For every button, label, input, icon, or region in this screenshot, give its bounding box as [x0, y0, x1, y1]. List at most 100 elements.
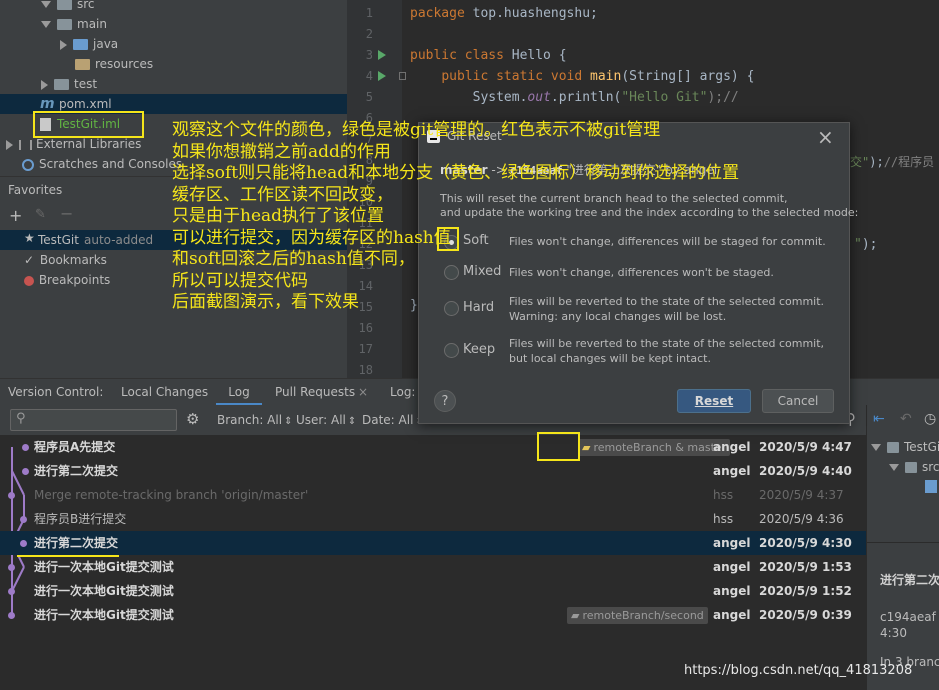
branch-filter[interactable]: Branch: All ⇕: [217, 413, 292, 427]
watermark: https://blog.csdn.net/qq_41813208: [684, 663, 913, 678]
highlight-box-file: [33, 111, 144, 138]
close-icon[interactable]: ×: [358, 379, 368, 406]
undo-icon[interactable]: ↶: [900, 411, 912, 427]
commit-date: 2020/5/9 4:47: [759, 440, 852, 454]
keep-label[interactable]: Keep: [463, 342, 495, 357]
collapse-arrow-icon[interactable]: [6, 139, 13, 150]
code-line: public class Hello {: [410, 48, 567, 63]
date-filter[interactable]: Date: All⇕: [362, 413, 424, 427]
tab-log-2[interactable]: Log:: [390, 379, 415, 406]
tree-item-src[interactable]: src: [41, 0, 95, 14]
remove-favorite-icon[interactable]: −: [60, 204, 73, 223]
folder-icon: [887, 442, 899, 453]
commit-node: [22, 468, 29, 475]
tab-log[interactable]: Log: [216, 379, 262, 406]
annotation-line: 只是由于head执行了该位置: [172, 206, 385, 226]
highlight-box-tag: [537, 432, 580, 461]
tab-local-changes[interactable]: Local Changes: [121, 379, 208, 406]
line-number: 17: [358, 342, 373, 356]
commit-detail-title: 进行第二次: [880, 573, 939, 587]
line-number: 1: [365, 6, 373, 20]
commit-node: [20, 540, 27, 547]
tree-item-java[interactable]: java: [60, 34, 118, 54]
commit-date: 2020/5/9 1:52: [759, 584, 852, 598]
log-row[interactable]: 进行第二次提交 angel 2020/5/9 4:30: [0, 531, 866, 555]
line-number: 2: [365, 27, 373, 41]
expand-arrow-icon: [889, 464, 899, 471]
search-input[interactable]: ⚲: [10, 409, 177, 431]
expand-arrow-icon[interactable]: [41, 1, 51, 8]
expand-arrow-icon[interactable]: [41, 21, 51, 28]
tree-item-scratches[interactable]: Scratches and Consoles: [22, 154, 182, 174]
favorites-title: Favorites: [8, 183, 63, 197]
commit-message: Merge remote-tracking branch 'origin/mas…: [34, 488, 309, 502]
annotation-line: 缓存区、工作区读不回改变，: [172, 184, 393, 205]
commit-message: 进行一次本地Git提交测试: [34, 584, 174, 598]
changes-tree-src[interactable]: src: [889, 460, 939, 474]
commit-author: angel: [713, 560, 751, 574]
favorites-item-bookmarks[interactable]: ✓ Bookmarks: [24, 253, 107, 267]
fold-icon[interactable]: [399, 72, 406, 80]
commit-author: angel: [713, 584, 751, 598]
log-row[interactable]: Merge remote-tracking branch 'origin/mas…: [0, 483, 866, 507]
gear-icon[interactable]: ⚙: [186, 410, 199, 428]
collapse-arrow-icon[interactable]: [41, 79, 48, 90]
version-control-label: Version Control:: [8, 385, 104, 399]
annotation-line: 后面截图演示，看下效果: [172, 292, 359, 312]
annotation-line: 和soft回滚之后的hash值不同，: [172, 249, 415, 269]
search-icon: ⚲: [16, 411, 26, 426]
add-favorite-icon[interactable]: +: [9, 206, 22, 225]
log-row[interactable]: 进行一次本地Git提交测试 angel 2020/5/9 1:53: [0, 555, 866, 579]
tree-item-resources[interactable]: resources: [75, 54, 153, 74]
favorites-item-breakpoints[interactable]: Breakpoints: [24, 273, 110, 287]
tree-item-test[interactable]: test: [41, 74, 97, 94]
commit-node: [8, 612, 15, 619]
commit-message: 进行一次本地Git提交测试: [34, 560, 174, 574]
scratches-icon: [22, 158, 34, 171]
divider: [867, 542, 939, 543]
help-button[interactable]: ?: [434, 390, 456, 412]
reset-button[interactable]: Reset: [677, 389, 751, 413]
user-filter[interactable]: User: All ⇕: [296, 413, 356, 427]
commit-author: angel: [713, 536, 751, 550]
code-line: package top.huashengshu;: [410, 6, 598, 21]
folder-icon: [905, 462, 917, 473]
log-row[interactable]: 程序员B进行提交 hss 2020/5/9 4:36: [0, 507, 866, 531]
log-empty-area: [0, 628, 866, 690]
highlight-underline: [17, 555, 119, 557]
commit-node: [20, 516, 27, 523]
run-class-icon[interactable]: [378, 50, 386, 60]
tree-item-main[interactable]: main: [41, 14, 107, 34]
commit-author: hss: [713, 488, 734, 502]
collapse-arrow-icon[interactable]: [60, 39, 67, 50]
log-row[interactable]: 进行一次本地Git提交测试 ▰ remoteBranch/second angel 20…: [0, 603, 866, 627]
commit-message: 程序员A先提交: [34, 440, 116, 454]
line-number: 4: [365, 69, 373, 83]
tab-pull-requests[interactable]: Pull Requests: [275, 379, 355, 406]
commit-date: 2020/5/9 4:37: [759, 488, 844, 502]
source-folder-icon: [73, 39, 88, 50]
commit-node: [8, 588, 15, 595]
commit-log[interactable]: 程序员A先提交 ▰ remoteBranch & master angel 2020/5…: [0, 435, 866, 628]
cancel-button[interactable]: Cancel: [762, 389, 834, 413]
run-main-icon[interactable]: [378, 71, 386, 81]
folder-icon: [54, 79, 69, 90]
commit-message: 进行第二次提交: [34, 464, 119, 478]
edit-icon[interactable]: ✎: [35, 207, 46, 222]
commit-node: [8, 492, 15, 499]
log-row[interactable]: 进行第二次提交 angel 2020/5/9 4:40: [0, 459, 866, 483]
branch-tag: ▰ remoteBranch & master: [578, 439, 731, 456]
commit-message: 进行第二次提交: [34, 536, 119, 550]
changes-tree-root[interactable]: TestGi: [871, 440, 939, 454]
log-row[interactable]: 程序员A先提交 ▰ remoteBranch & master angel 2020/5…: [0, 435, 866, 459]
history-icon[interactable]: ◷: [924, 411, 936, 427]
changed-file-icon: [925, 480, 937, 493]
keep-radio[interactable]: [444, 343, 459, 358]
breakpoint-icon: [24, 275, 34, 286]
commit-author: angel: [713, 608, 751, 622]
line-number: 5: [365, 90, 373, 104]
star-icon: ★: [24, 231, 35, 245]
expand-all-icon[interactable]: ⇤: [873, 411, 885, 427]
log-row[interactable]: 进行一次本地Git提交测试 angel 2020/5/9 1:52: [0, 579, 866, 603]
line-number: 16: [358, 321, 373, 335]
